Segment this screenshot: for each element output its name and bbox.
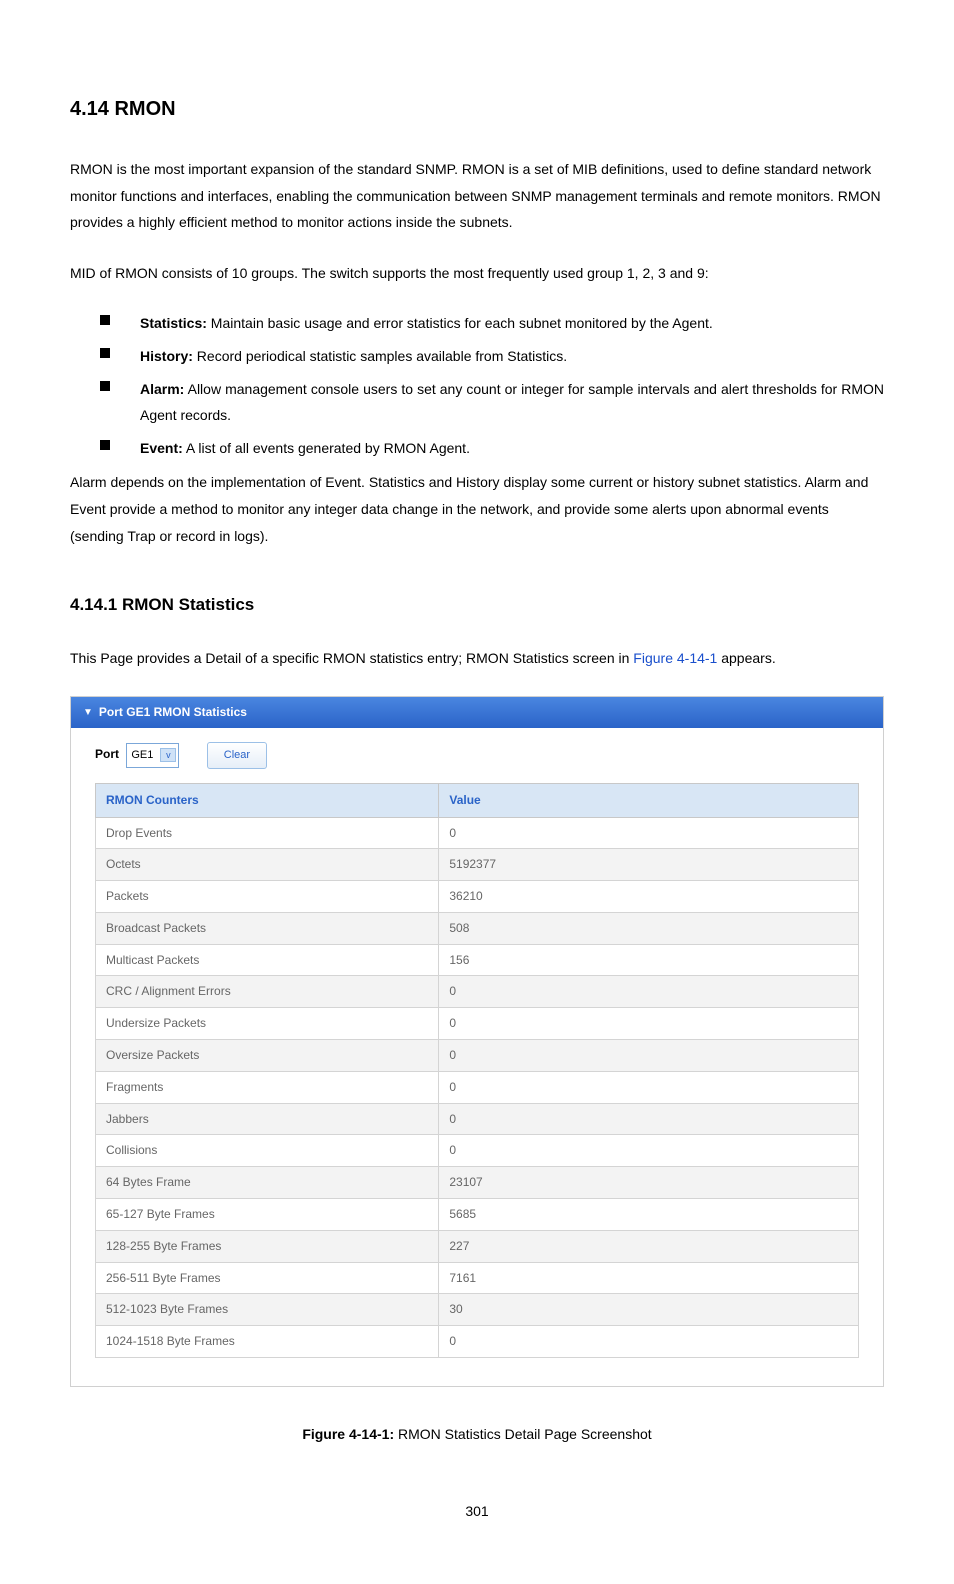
list-item-text: Record periodical statistic samples avai…	[193, 348, 567, 364]
table-row: Octets5192377	[96, 849, 859, 881]
counter-name-cell: Octets	[96, 849, 439, 881]
counter-value-cell: 23107	[439, 1167, 859, 1199]
counter-value-cell: 0	[439, 1071, 859, 1103]
port-select[interactable]: GE1 v	[126, 743, 179, 768]
table-row: 65-127 Byte Frames5685	[96, 1199, 859, 1231]
panel-header: ▼ Port GE1 RMON Statistics	[71, 697, 883, 728]
counter-name-cell: Fragments	[96, 1071, 439, 1103]
counter-name-cell: Multicast Packets	[96, 944, 439, 976]
list-item-label: Alarm:	[140, 381, 184, 397]
port-label: Port	[95, 747, 119, 761]
table-row: CRC / Alignment Errors0	[96, 976, 859, 1008]
counter-value-cell: 0	[439, 1326, 859, 1358]
table-row: Multicast Packets156	[96, 944, 859, 976]
table-row: Collisions0	[96, 1135, 859, 1167]
paragraph: RMON is the most important expansion of …	[70, 156, 884, 236]
table-row: 64 Bytes Frame23107	[96, 1167, 859, 1199]
counter-name-cell: 1024-1518 Byte Frames	[96, 1326, 439, 1358]
counter-name-cell: Jabbers	[96, 1103, 439, 1135]
table-row: 512-1023 Byte Frames30	[96, 1294, 859, 1326]
list-item-text: Maintain basic usage and error statistic…	[207, 315, 713, 331]
panel-title: Port GE1 RMON Statistics	[99, 705, 247, 719]
subsection-heading: 4.14.1 RMON Statistics	[70, 589, 884, 621]
list-item: Event: A list of all events generated by…	[100, 435, 884, 462]
list-item: Alarm: Allow management console users to…	[100, 376, 884, 429]
counter-value-cell: 227	[439, 1230, 859, 1262]
list-item-label: Event:	[140, 440, 183, 456]
bullet-list: Statistics: Maintain basic usage and err…	[70, 310, 884, 461]
counter-name-cell: CRC / Alignment Errors	[96, 976, 439, 1008]
figure-reference-link[interactable]: Figure 4-14-1	[633, 650, 717, 666]
paragraph: MID of RMON consists of 10 groups. The s…	[70, 260, 884, 287]
list-item: History: Record periodical statistic sam…	[100, 343, 884, 370]
table-row: Broadcast Packets508	[96, 912, 859, 944]
list-item-label: History:	[140, 348, 193, 364]
figure-caption: Figure 4-14-1: RMON Statistics Detail Pa…	[70, 1421, 884, 1448]
square-bullet-icon	[100, 315, 110, 325]
counter-value-cell: 0	[439, 1040, 859, 1072]
table-row: Undersize Packets0	[96, 1008, 859, 1040]
counter-name-cell: Undersize Packets	[96, 1008, 439, 1040]
counter-name-cell: 256-511 Byte Frames	[96, 1262, 439, 1294]
chevron-down-icon: v	[160, 748, 176, 762]
rmon-table: RMON Counters Value Drop Events0Octets51…	[95, 783, 859, 1358]
list-item-text: A list of all events generated by RMON A…	[183, 440, 470, 456]
counter-name-cell: Oversize Packets	[96, 1040, 439, 1072]
counter-value-cell: 0	[439, 1008, 859, 1040]
clear-button[interactable]: Clear	[207, 742, 267, 769]
list-item-label: Statistics:	[140, 315, 207, 331]
table-row: 256-511 Byte Frames7161	[96, 1262, 859, 1294]
counter-value-cell: 5685	[439, 1199, 859, 1231]
list-item: Statistics: Maintain basic usage and err…	[100, 310, 884, 337]
figure-caption-text: RMON Statistics Detail Page Screenshot	[394, 1426, 652, 1442]
counter-name-cell: Collisions	[96, 1135, 439, 1167]
table-row: Drop Events0	[96, 817, 859, 849]
text: appears.	[717, 650, 775, 666]
counter-name-cell: Drop Events	[96, 817, 439, 849]
page-number: 301	[70, 1498, 884, 1525]
list-item-text: Allow management console users to set an…	[140, 381, 884, 424]
counter-value-cell: 5192377	[439, 849, 859, 881]
table-row: Jabbers0	[96, 1103, 859, 1135]
counter-value-cell: 508	[439, 912, 859, 944]
table-row: 1024-1518 Byte Frames0	[96, 1326, 859, 1358]
paragraph: Alarm depends on the implementation of E…	[70, 469, 884, 549]
square-bullet-icon	[100, 381, 110, 391]
paragraph: This Page provides a Detail of a specifi…	[70, 645, 884, 672]
table-header-value: Value	[439, 783, 859, 817]
counter-name-cell: 64 Bytes Frame	[96, 1167, 439, 1199]
counter-name-cell: Packets	[96, 881, 439, 913]
counter-value-cell: 0	[439, 1103, 859, 1135]
counter-name-cell: 128-255 Byte Frames	[96, 1230, 439, 1262]
counter-value-cell: 0	[439, 817, 859, 849]
counter-name-cell: 512-1023 Byte Frames	[96, 1294, 439, 1326]
counter-value-cell: 156	[439, 944, 859, 976]
table-row: Packets36210	[96, 881, 859, 913]
counter-value-cell: 0	[439, 976, 859, 1008]
table-row: 128-255 Byte Frames227	[96, 1230, 859, 1262]
text: This Page provides a Detail of a specifi…	[70, 650, 633, 666]
counter-name-cell: Broadcast Packets	[96, 912, 439, 944]
counter-name-cell: 65-127 Byte Frames	[96, 1199, 439, 1231]
screenshot-panel: ▼ Port GE1 RMON Statistics Port GE1 v Cle…	[70, 696, 884, 1387]
table-header-counter: RMON Counters	[96, 783, 439, 817]
section-heading: 4.14 RMON	[70, 90, 884, 128]
port-select-value: GE1	[131, 749, 153, 761]
figure-label: Figure 4-14-1:	[302, 1426, 394, 1442]
square-bullet-icon	[100, 440, 110, 450]
counter-value-cell: 7161	[439, 1262, 859, 1294]
disclosure-icon[interactable]: ▼	[83, 703, 93, 722]
table-row: Oversize Packets0	[96, 1040, 859, 1072]
counter-value-cell: 30	[439, 1294, 859, 1326]
counter-value-cell: 0	[439, 1135, 859, 1167]
table-row: Fragments0	[96, 1071, 859, 1103]
square-bullet-icon	[100, 348, 110, 358]
counter-value-cell: 36210	[439, 881, 859, 913]
